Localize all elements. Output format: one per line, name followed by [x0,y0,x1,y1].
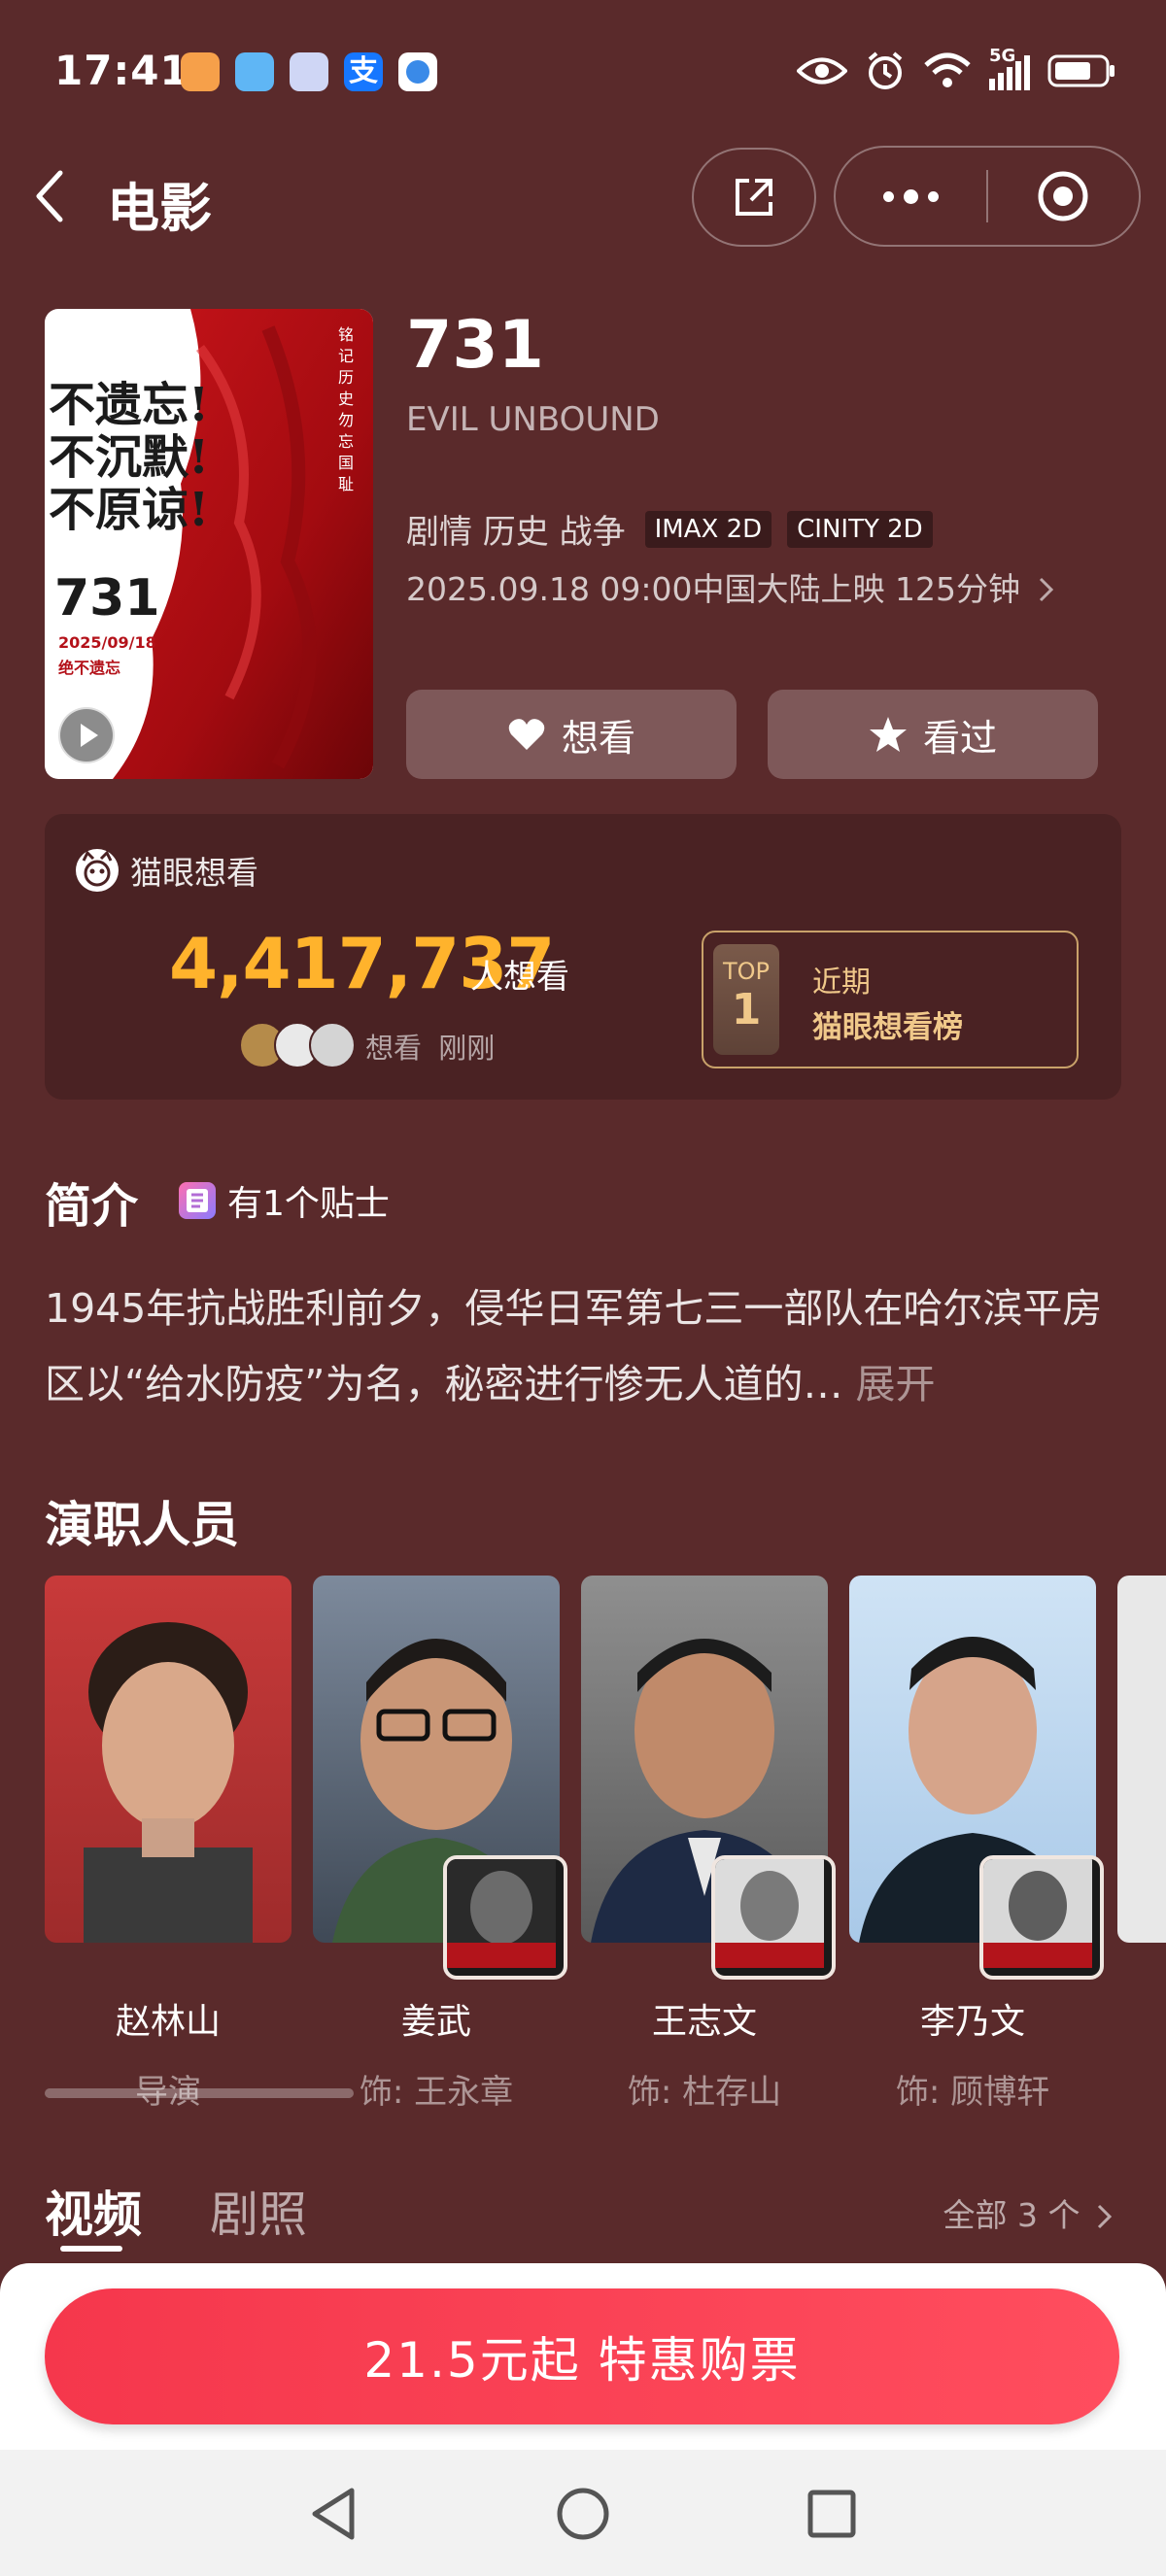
eye-icon [797,57,847,85]
battery-icon [1047,54,1115,87]
tab-active-indicator [60,2246,122,2252]
tips-link[interactable]: 有1个贴士 [177,1175,390,1226]
chat-icon [290,52,328,91]
browser-icon [398,52,437,91]
buy-ticket-button[interactable]: 21.5元起 特惠购票 [45,2288,1119,2424]
status-icons: 5G [797,46,1115,91]
mini-program-capsule [834,146,1141,247]
nav-recents-icon[interactable] [805,2487,859,2541]
close-program-button[interactable] [988,169,1139,223]
movie-poster[interactable]: 不遗忘! 不沉默! 不原谅! 731 2025/09/18 绝不遗忘 铭记历史 … [45,309,373,779]
tab-stills[interactable]: 剧照 [210,2176,307,2246]
cast-photo [849,1576,1104,1980]
role-thumbnail [711,1855,836,1980]
cast-card-partial[interactable] [1117,1576,1166,1943]
all-media-link[interactable]: 全部 3 个 [943,2189,1114,2236]
maoyan-want-label: 猫眼想看 [74,847,258,894]
role-thumbnail [443,1855,567,1980]
maoyan-cat-icon [76,849,119,892]
share-icon [736,179,772,216]
intro-heading: 简介 [45,1179,139,1234]
heart-icon [508,719,545,750]
cast-photo [313,1576,567,1980]
system-navigation-bar [0,2450,1166,2576]
cast-scrollbar [45,2088,354,2098]
rank-name: 猫眼想看榜 [812,1010,963,1045]
cast-photo [45,1576,292,1943]
cast-role: 饰: 顾博轩 [895,2073,1050,2112]
wifi-icon [924,52,971,87]
share-button[interactable] [692,148,816,247]
cast-name: 王志文 [651,2002,757,2042]
cast-card[interactable]: 姜武 饰: 王永章 [313,1576,567,2113]
back-arrow-icon[interactable] [29,167,68,225]
more-dots-icon [883,188,939,204]
chevron-right-icon [1039,577,1053,602]
role-thumbnail [979,1855,1104,1980]
want-unit: 人想看 [470,958,569,997]
chevron-right-icon [1097,2204,1113,2229]
expand-link[interactable]: 展开 [856,1361,936,1407]
poster-vertical-text: 铭记历史 勿忘国耻 [338,325,355,493]
signal-icon: 5G [989,46,1030,90]
tab-videos[interactable]: 视频 [45,2176,142,2246]
recent-user-avatars [239,1022,356,1068]
target-close-icon [1038,171,1088,221]
weather-icon [235,52,274,91]
poster-tagline: 绝不遗忘 [58,659,121,677]
tips-icon [179,1182,216,1219]
rank-badge[interactable]: TOP 1 近期 猫眼想看榜 [702,931,1079,1068]
star-icon [869,717,907,752]
release-info[interactable]: 2025.09.18 09:00中国大陆上映 125分钟 [406,563,1056,610]
alipay-icon: 支 [344,52,383,91]
poster-number: 731 [54,569,160,627]
want-recent: 想看 刚刚 [365,1032,496,1065]
movie-english-title: EVIL UNBOUND [406,400,660,439]
genre-row: 剧情 历史 战争 IMAX 2D CINITY 2D [406,505,933,553]
cast-heading: 演职人员 [45,1497,239,1553]
rank-period: 近期 [812,966,871,1000]
alarm-icon [868,51,903,89]
cast-card[interactable]: 赵林山 导演 [45,1576,292,2113]
cast-card[interactable]: 李乃文 饰: 顾博轩 [849,1576,1104,2113]
cast-card[interactable]: 王志文 饰: 杜存山 [581,1576,836,2113]
status-time: 17:41 [54,47,189,94]
cast-role: 饰: 杜存山 [627,2073,782,2112]
play-icon [81,724,98,747]
format-tag: IMAX 2D [644,510,772,548]
want-button[interactable]: 想看 [406,690,737,779]
nav-back-icon[interactable] [307,2485,361,2543]
page-title: 电影 [107,178,212,239]
intro-text[interactable]: 1945年抗战胜利前夕，侵华日军第七三一部队在哈尔滨平房区以“给水防疫”为名，秘… [45,1271,1123,1422]
cast-photo [581,1576,836,1980]
cast-name: 姜武 [400,2002,471,2042]
app-notification-icon [181,52,220,91]
cast-name: 赵林山 [115,2002,221,2042]
seen-button[interactable]: 看过 [768,690,1098,779]
avatar [309,1022,356,1068]
play-button[interactable] [58,707,115,763]
want-card: 猫眼想看 4,417,737 人想看 想看 刚刚 TOP 1 近期 猫眼想看榜 [45,814,1121,1100]
movie-title: 731 [406,307,544,384]
more-button[interactable] [836,188,986,204]
genres: 剧情 历史 战争 [406,513,626,552]
nav-home-icon[interactable] [554,2485,612,2543]
poster-slogan: 不遗忘! 不沉默! 不原谅! [49,378,210,537]
cast-name: 李乃文 [919,2002,1025,2042]
top-rank-icon: TOP 1 [713,944,779,1055]
poster-date: 2025/09/18 [58,633,156,652]
network-type: 5G [989,46,1016,66]
format-tag: CINITY 2D [787,510,933,548]
